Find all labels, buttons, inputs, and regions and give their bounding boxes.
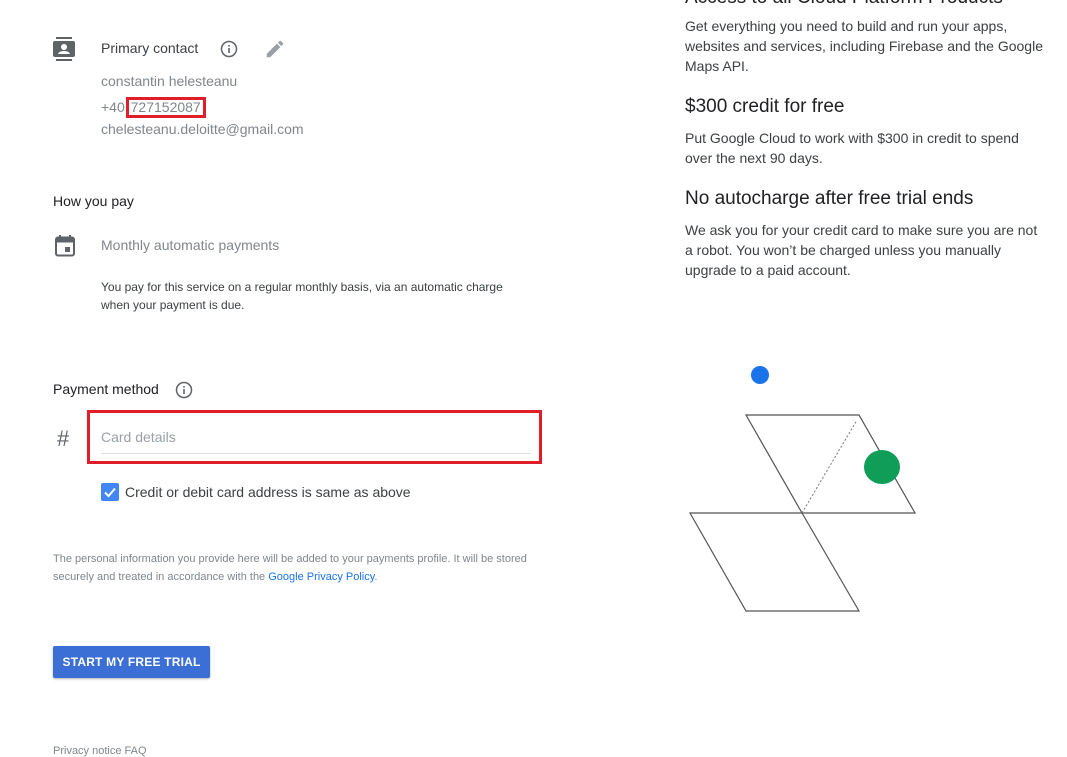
autocharge-heading: No autocharge after free trial ends (685, 188, 974, 209)
card-details-input[interactable] (101, 421, 531, 454)
checkmark-icon (104, 487, 116, 498)
info-icon[interactable] (175, 381, 193, 399)
credit-description: Put Google Cloud to work with $300 in cr… (685, 130, 1019, 166)
same-address-label[interactable]: Credit or debit card address is same as … (125, 484, 411, 500)
phone-prefix: +40 (101, 99, 125, 115)
edit-pencil-icon[interactable] (264, 38, 286, 60)
products-heading: Access to all Cloud Platform Products (685, 0, 1003, 9)
calendar-icon (55, 235, 75, 257)
green-dot (864, 450, 900, 484)
lower-parallelogram (688, 512, 861, 612)
autocharge-description: We ask you for your credit card to make … (685, 222, 1038, 278)
card-details-highlight (87, 410, 542, 464)
same-address-checkbox[interactable] (101, 483, 119, 501)
hash-icon: # (57, 426, 70, 451)
info-icon[interactable] (220, 40, 238, 58)
contact-email: chelesteanu.deloitte@gmail.com (101, 121, 304, 137)
privacy-suffix: . (374, 571, 378, 583)
primary-contact-title: Primary contact (101, 40, 199, 56)
contact-phone: +40 727152087 (101, 97, 206, 118)
dotted-diagonal (801, 419, 858, 514)
blue-dot (751, 366, 769, 384)
how-you-pay-heading: How you pay (53, 193, 134, 209)
privacy-notice: The personal information you provide her… (53, 550, 543, 586)
payment-method-heading: Payment method (53, 381, 159, 397)
products-description: Get everything you need to build and run… (685, 18, 1043, 74)
contact-card-icon (53, 37, 75, 61)
monthly-payments-description: You pay for this service on a regular mo… (101, 280, 503, 312)
start-free-trial-button[interactable]: START MY FREE TRIAL (53, 646, 210, 678)
geometric-illustration (680, 360, 930, 620)
monthly-payments-title: Monthly automatic payments (101, 237, 280, 253)
privacy-policy-link[interactable]: Google Privacy Policy (268, 571, 374, 583)
credit-heading: $300 credit for free (685, 96, 845, 117)
contact-name: constantin helesteanu (101, 73, 238, 89)
footer-faq-link[interactable]: Privacy notice FAQ (53, 745, 147, 757)
phone-number-highlight: 727152087 (125, 97, 206, 118)
